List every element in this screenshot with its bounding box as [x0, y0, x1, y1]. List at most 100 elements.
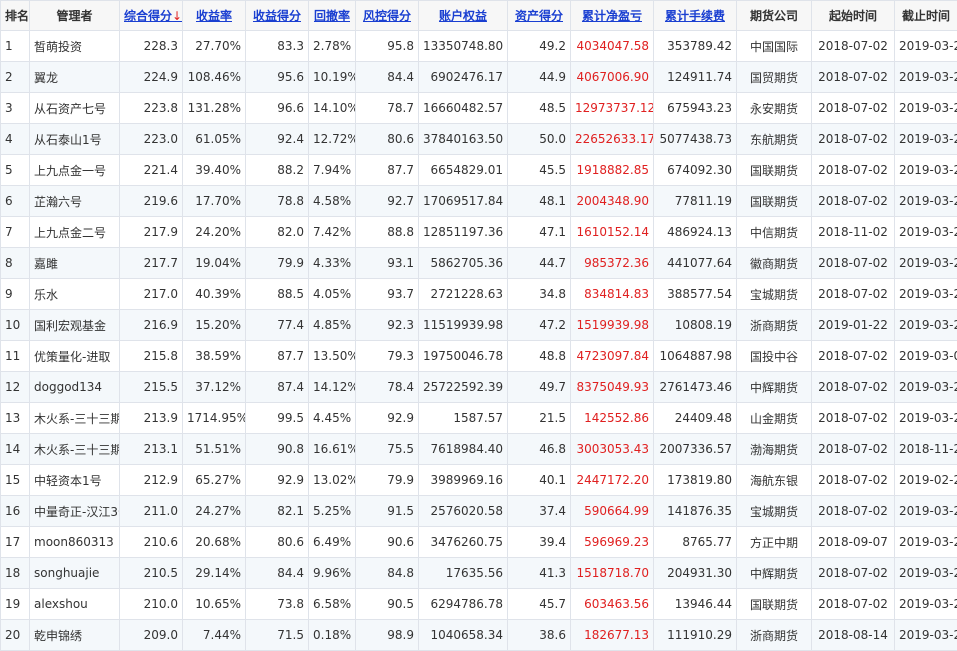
- cell-return-rate: 65.27%: [182, 464, 246, 496]
- cell-drawdown: 13.50%: [308, 340, 356, 372]
- cell-return-rate: 17.70%: [182, 185, 246, 217]
- cell-rank: 6: [0, 185, 30, 217]
- cell-total-score: 211.0: [119, 495, 183, 527]
- cell-asset-score: 49.2: [507, 30, 571, 62]
- cell-fees: 1064887.98: [653, 340, 737, 372]
- cell-fees: 173819.80: [653, 464, 737, 496]
- cell-broker: 国贸期货: [736, 61, 812, 93]
- cell-fees: 353789.42: [653, 30, 737, 62]
- cell-equity: 13350748.80: [418, 30, 508, 62]
- col-header-total-score[interactable]: 综合得分↓: [119, 0, 183, 31]
- cell-rank: 8: [0, 247, 30, 279]
- cell-end-date: 2019-03-21: [894, 557, 957, 589]
- col-header-label: 收益率: [195, 9, 232, 23]
- cell-risk-score: 78.7: [355, 92, 419, 124]
- cell-fees: 5077438.73: [653, 123, 737, 155]
- col-header-return-score[interactable]: 收益得分: [245, 0, 309, 31]
- cell-start-date: 2018-09-07: [811, 526, 895, 558]
- cell-total-score: 217.7: [119, 247, 183, 279]
- cell-rank: 10: [0, 309, 30, 341]
- cell-return-rate: 20.68%: [182, 526, 246, 558]
- cell-equity: 5862705.36: [418, 247, 508, 279]
- col-header-fees[interactable]: 累计手续费: [653, 0, 737, 31]
- cell-total-score: 228.3: [119, 30, 183, 62]
- cell-fees: 77811.19: [653, 185, 737, 217]
- cell-start-date: 2018-07-02: [811, 247, 895, 279]
- cell-start-date: 2018-11-02: [811, 216, 895, 248]
- cell-net-pnl: 3003053.43: [570, 433, 654, 465]
- cell-drawdown: 4.58%: [308, 185, 356, 217]
- cell-manager: 中量奇正-汉江3号: [29, 495, 120, 527]
- cell-rank: 3: [0, 92, 30, 124]
- cell-risk-score: 92.3: [355, 309, 419, 341]
- col-header-drawdown[interactable]: 回撤率: [308, 0, 356, 31]
- cell-asset-score: 50.0: [507, 123, 571, 155]
- col-header-label: 期货公司: [749, 9, 798, 23]
- cell-equity: 1587.57: [418, 402, 508, 434]
- cell-broker: 浙商期货: [736, 619, 812, 651]
- cell-asset-score: 37.4: [507, 495, 571, 527]
- cell-broker: 中辉期货: [736, 371, 812, 403]
- cell-end-date: 2019-03-21: [894, 278, 957, 310]
- cell-asset-score: 45.7: [507, 588, 571, 620]
- cell-asset-score: 39.4: [507, 526, 571, 558]
- table-body: 1 皙萌投资 228.3 27.70% 83.3 2.78% 95.8 13350748.80…: [0, 30, 957, 651]
- cell-manager: 从石资产七号: [29, 92, 120, 124]
- cell-manager: alexshou: [29, 588, 120, 620]
- cell-total-score: 212.9: [119, 464, 183, 496]
- cell-net-pnl: 1610152.14: [570, 216, 654, 248]
- cell-asset-score: 47.1: [507, 216, 571, 248]
- cell-end-date: 2019-03-21: [894, 402, 957, 434]
- cell-return-rate: 39.40%: [182, 154, 246, 186]
- cell-net-pnl: 1518718.70: [570, 557, 654, 589]
- cell-equity: 6654829.01: [418, 154, 508, 186]
- cell-return-rate: 27.70%: [182, 30, 246, 62]
- cell-rank: 12: [0, 371, 30, 403]
- cell-equity: 1040658.34: [418, 619, 508, 651]
- cell-risk-score: 84.8: [355, 557, 419, 589]
- cell-return-rate: 37.12%: [182, 371, 246, 403]
- cell-risk-score: 80.6: [355, 123, 419, 155]
- cell-asset-score: 46.8: [507, 433, 571, 465]
- cell-rank: 1: [0, 30, 30, 62]
- cell-net-pnl: 1918882.85: [570, 154, 654, 186]
- cell-return-rate: 7.44%: [182, 619, 246, 651]
- cell-equity: 2721228.63: [418, 278, 508, 310]
- cell-asset-score: 34.8: [507, 278, 571, 310]
- cell-manager: 上九点金二号: [29, 216, 120, 248]
- col-header-risk-score[interactable]: 风控得分: [355, 0, 419, 31]
- cell-equity: 3476260.75: [418, 526, 508, 558]
- table-row: 12 doggod134 215.5 37.12% 87.4 14.12% 78.4 2572…: [0, 371, 957, 403]
- cell-return-score: 82.0: [245, 216, 309, 248]
- cell-end-date: 2019-03-21: [894, 154, 957, 186]
- cell-return-rate: 108.46%: [182, 61, 246, 93]
- col-header-label: 起始时间: [828, 9, 877, 23]
- table-row: 7 上九点金二号 217.9 24.20% 82.0 7.42% 88.8 12851197.…: [0, 216, 957, 248]
- cell-total-score: 209.0: [119, 619, 183, 651]
- table-row: 17 moon860313 210.6 20.68% 80.6 6.49% 90.6 3476…: [0, 526, 957, 558]
- cell-asset-score: 21.5: [507, 402, 571, 434]
- cell-total-score: 223.0: [119, 123, 183, 155]
- cell-total-score: 221.4: [119, 154, 183, 186]
- cell-return-score: 77.4: [245, 309, 309, 341]
- cell-fees: 13946.44: [653, 588, 737, 620]
- col-header-net-pnl[interactable]: 累计净盈亏: [570, 0, 654, 31]
- cell-rank: 16: [0, 495, 30, 527]
- col-header-asset-score[interactable]: 资产得分: [507, 0, 571, 31]
- cell-end-date: 2019-03-21: [894, 185, 957, 217]
- cell-broker: 东航期货: [736, 123, 812, 155]
- table-row: 5 上九点金一号 221.4 39.40% 88.2 7.94% 87.7 6654829.0…: [0, 154, 957, 186]
- col-header-return-rate[interactable]: 收益率: [182, 0, 246, 31]
- cell-manager: 木火系-三十三期: [29, 402, 120, 434]
- cell-rank: 11: [0, 340, 30, 372]
- cell-net-pnl: 834814.83: [570, 278, 654, 310]
- cell-drawdown: 6.49%: [308, 526, 356, 558]
- cell-drawdown: 14.12%: [308, 371, 356, 403]
- cell-fees: 674092.30: [653, 154, 737, 186]
- col-header-equity[interactable]: 账户权益: [418, 0, 508, 31]
- cell-return-rate: 24.20%: [182, 216, 246, 248]
- cell-drawdown: 4.85%: [308, 309, 356, 341]
- cell-return-score: 88.2: [245, 154, 309, 186]
- cell-broker: 山金期货: [736, 402, 812, 434]
- cell-end-date: 2019-03-21: [894, 526, 957, 558]
